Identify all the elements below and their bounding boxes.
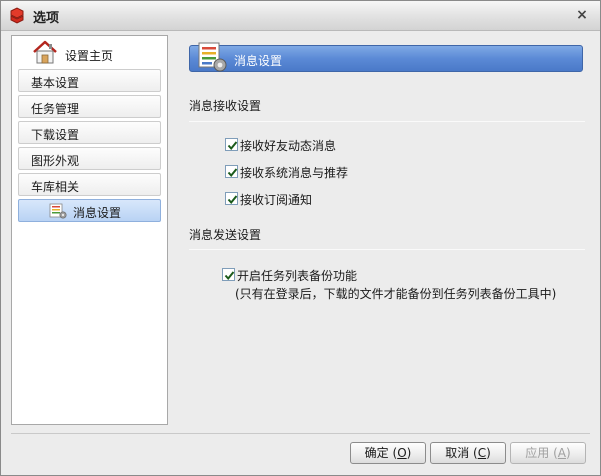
checkbox-box[interactable]	[222, 268, 235, 281]
nav-item-label: 车库相关	[31, 180, 80, 194]
options-dialog: 选项 × 设置主页 基本设置 任务管理 下载设置 图形外观 车库相关 消息设置 …	[0, 0, 601, 476]
nav-item-basic[interactable]: 基本设置	[18, 69, 161, 92]
window-title: 选项	[33, 11, 60, 26]
checkbox-label: 开启任务列表备份功能	[237, 269, 358, 283]
nav-item-download[interactable]: 下载设置	[18, 121, 161, 144]
nav-item-label: 下载设置	[31, 128, 80, 142]
button-shortcut: C	[477, 446, 487, 460]
checkmark-icon	[224, 271, 235, 281]
apply-button[interactable]: 应用 (A)	[510, 442, 586, 464]
nav-settings-home[interactable]: 设置主页	[12, 36, 167, 68]
send-section-title: 消息发送设置	[189, 228, 262, 242]
button-label: 取消	[445, 446, 470, 460]
home-icon	[33, 40, 57, 64]
button-label: 应用	[525, 446, 550, 460]
footer-divider	[11, 433, 590, 434]
message-settings-icon	[198, 42, 227, 72]
section-divider	[189, 121, 585, 122]
button-shortcut: O	[397, 446, 407, 460]
checkmark-icon	[227, 141, 238, 151]
nav-item-label: 基本设置	[31, 76, 80, 90]
nav-item-label: 消息设置	[73, 206, 122, 220]
ok-button[interactable]: 确定 (O)	[350, 442, 426, 464]
section-divider	[189, 249, 585, 250]
checkbox-label: 接收系统消息与推荐	[240, 166, 349, 180]
settings-content: 消息设置 消息接收设置 接收好友动态消息 接收系统消息与推荐 接收订阅通知 消息…	[179, 35, 591, 425]
section-header-title: 消息设置	[234, 54, 283, 68]
checkbox-box[interactable]	[225, 192, 238, 205]
button-shortcut: A	[557, 446, 567, 460]
settings-nav: 设置主页 基本设置 任务管理 下载设置 图形外观 车库相关 消息设置	[11, 35, 168, 425]
app-logo-icon	[10, 7, 24, 24]
checkmark-icon	[227, 168, 238, 178]
nav-item-task-management[interactable]: 任务管理	[18, 95, 161, 118]
receive-section-title: 消息接收设置	[189, 99, 262, 113]
checkbox-label: 接收好友动态消息	[240, 139, 337, 153]
nav-home-label: 设置主页	[65, 49, 114, 63]
title-bar[interactable]: 选项 ×	[1, 1, 600, 31]
backup-note: (只有在登录后，下载的文件才能备份到任务列表备份工具中)	[235, 287, 557, 301]
nav-item-garage[interactable]: 车库相关	[18, 173, 161, 196]
nav-item-label: 图形外观	[31, 154, 80, 168]
nav-item-message-settings[interactable]: 消息设置	[18, 199, 161, 222]
section-header: 消息设置	[189, 42, 583, 72]
checkbox-box[interactable]	[225, 138, 238, 151]
close-icon[interactable]: ×	[574, 7, 590, 23]
message-settings-icon	[49, 203, 67, 219]
checkbox-label: 接收订阅通知	[240, 193, 313, 207]
button-label: 确定	[364, 446, 389, 460]
nav-item-label: 任务管理	[31, 102, 80, 116]
cancel-button[interactable]: 取消 (C)	[430, 442, 506, 464]
nav-item-appearance[interactable]: 图形外观	[18, 147, 161, 170]
checkmark-icon	[227, 195, 238, 205]
checkbox-box[interactable]	[225, 165, 238, 178]
